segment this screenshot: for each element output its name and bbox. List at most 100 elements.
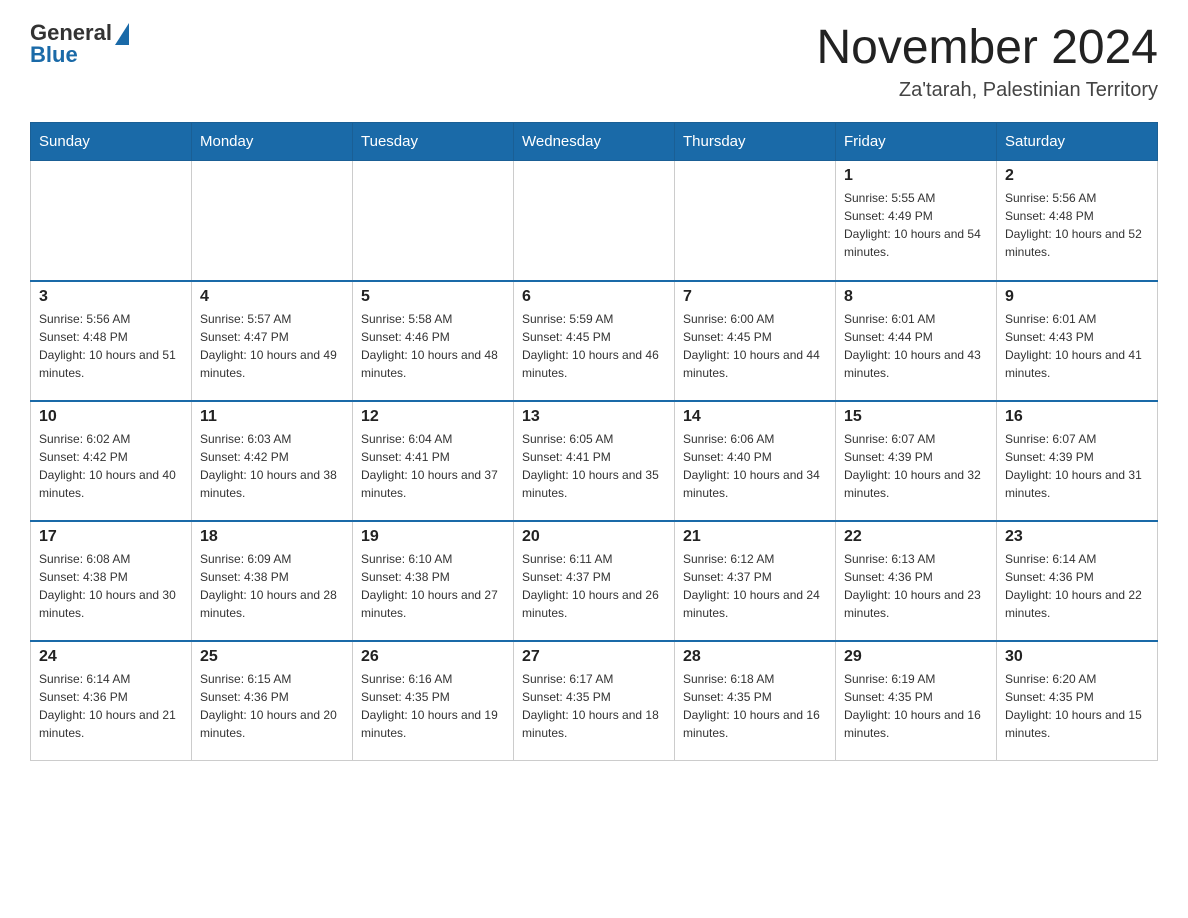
day-number: 9 <box>1005 288 1149 306</box>
day-number: 22 <box>844 528 988 546</box>
day-info: Sunrise: 6:01 AMSunset: 4:44 PMDaylight:… <box>844 312 981 380</box>
calendar-cell: 6 Sunrise: 5:59 AMSunset: 4:45 PMDayligh… <box>514 281 675 401</box>
day-info: Sunrise: 5:58 AMSunset: 4:46 PMDaylight:… <box>361 312 498 380</box>
calendar-cell: 11 Sunrise: 6:03 AMSunset: 4:42 PMDaylig… <box>192 401 353 521</box>
day-info: Sunrise: 6:05 AMSunset: 4:41 PMDaylight:… <box>522 432 659 500</box>
calendar-cell: 13 Sunrise: 6:05 AMSunset: 4:41 PMDaylig… <box>514 401 675 521</box>
day-info: Sunrise: 6:12 AMSunset: 4:37 PMDaylight:… <box>683 552 820 620</box>
calendar-cell: 27 Sunrise: 6:17 AMSunset: 4:35 PMDaylig… <box>514 641 675 761</box>
day-info: Sunrise: 6:20 AMSunset: 4:35 PMDaylight:… <box>1005 672 1142 740</box>
day-number: 23 <box>1005 528 1149 546</box>
day-info: Sunrise: 6:06 AMSunset: 4:40 PMDaylight:… <box>683 432 820 500</box>
day-info: Sunrise: 6:08 AMSunset: 4:38 PMDaylight:… <box>39 552 176 620</box>
day-number: 29 <box>844 648 988 666</box>
day-info: Sunrise: 6:07 AMSunset: 4:39 PMDaylight:… <box>1005 432 1142 500</box>
calendar-cell: 19 Sunrise: 6:10 AMSunset: 4:38 PMDaylig… <box>353 521 514 641</box>
calendar-cell: 4 Sunrise: 5:57 AMSunset: 4:47 PMDayligh… <box>192 281 353 401</box>
calendar-header-row: SundayMondayTuesdayWednesdayThursdayFrid… <box>31 123 1158 161</box>
day-number: 7 <box>683 288 827 306</box>
calendar-cell: 22 Sunrise: 6:13 AMSunset: 4:36 PMDaylig… <box>836 521 997 641</box>
day-number: 26 <box>361 648 505 666</box>
day-number: 6 <box>522 288 666 306</box>
day-number: 16 <box>1005 408 1149 426</box>
day-number: 15 <box>844 408 988 426</box>
day-header-friday: Friday <box>836 123 997 161</box>
day-number: 30 <box>1005 648 1149 666</box>
day-header-sunday: Sunday <box>31 123 192 161</box>
calendar-week-row: 24 Sunrise: 6:14 AMSunset: 4:36 PMDaylig… <box>31 641 1158 761</box>
calendar-cell: 16 Sunrise: 6:07 AMSunset: 4:39 PMDaylig… <box>997 401 1158 521</box>
location-label: Za'tarah, Palestinian Territory <box>816 79 1158 102</box>
day-number: 11 <box>200 408 344 426</box>
day-info: Sunrise: 6:17 AMSunset: 4:35 PMDaylight:… <box>522 672 659 740</box>
day-number: 18 <box>200 528 344 546</box>
day-info: Sunrise: 6:11 AMSunset: 4:37 PMDaylight:… <box>522 552 659 620</box>
day-header-saturday: Saturday <box>997 123 1158 161</box>
day-number: 20 <box>522 528 666 546</box>
calendar-cell: 18 Sunrise: 6:09 AMSunset: 4:38 PMDaylig… <box>192 521 353 641</box>
calendar-cell <box>353 161 514 281</box>
calendar-cell: 14 Sunrise: 6:06 AMSunset: 4:40 PMDaylig… <box>675 401 836 521</box>
day-info: Sunrise: 6:13 AMSunset: 4:36 PMDaylight:… <box>844 552 981 620</box>
calendar-cell: 20 Sunrise: 6:11 AMSunset: 4:37 PMDaylig… <box>514 521 675 641</box>
calendar-cell: 23 Sunrise: 6:14 AMSunset: 4:36 PMDaylig… <box>997 521 1158 641</box>
calendar-cell: 7 Sunrise: 6:00 AMSunset: 4:45 PMDayligh… <box>675 281 836 401</box>
day-number: 25 <box>200 648 344 666</box>
calendar-cell: 2 Sunrise: 5:56 AMSunset: 4:48 PMDayligh… <box>997 161 1158 281</box>
calendar-cell: 12 Sunrise: 6:04 AMSunset: 4:41 PMDaylig… <box>353 401 514 521</box>
day-number: 8 <box>844 288 988 306</box>
calendar-cell: 9 Sunrise: 6:01 AMSunset: 4:43 PMDayligh… <box>997 281 1158 401</box>
day-info: Sunrise: 6:19 AMSunset: 4:35 PMDaylight:… <box>844 672 981 740</box>
calendar-cell: 28 Sunrise: 6:18 AMSunset: 4:35 PMDaylig… <box>675 641 836 761</box>
calendar-table: SundayMondayTuesdayWednesdayThursdayFrid… <box>30 122 1158 761</box>
calendar-cell: 26 Sunrise: 6:16 AMSunset: 4:35 PMDaylig… <box>353 641 514 761</box>
day-number: 19 <box>361 528 505 546</box>
day-number: 28 <box>683 648 827 666</box>
day-number: 17 <box>39 528 183 546</box>
calendar-cell: 1 Sunrise: 5:55 AMSunset: 4:49 PMDayligh… <box>836 161 997 281</box>
day-number: 4 <box>200 288 344 306</box>
calendar-cell: 21 Sunrise: 6:12 AMSunset: 4:37 PMDaylig… <box>675 521 836 641</box>
day-info: Sunrise: 6:15 AMSunset: 4:36 PMDaylight:… <box>200 672 337 740</box>
day-number: 5 <box>361 288 505 306</box>
calendar-week-row: 1 Sunrise: 5:55 AMSunset: 4:49 PMDayligh… <box>31 161 1158 281</box>
day-number: 21 <box>683 528 827 546</box>
day-info: Sunrise: 6:04 AMSunset: 4:41 PMDaylight:… <box>361 432 498 500</box>
calendar-cell <box>675 161 836 281</box>
calendar-cell: 30 Sunrise: 6:20 AMSunset: 4:35 PMDaylig… <box>997 641 1158 761</box>
day-info: Sunrise: 6:03 AMSunset: 4:42 PMDaylight:… <box>200 432 337 500</box>
day-number: 10 <box>39 408 183 426</box>
calendar-week-row: 17 Sunrise: 6:08 AMSunset: 4:38 PMDaylig… <box>31 521 1158 641</box>
day-header-tuesday: Tuesday <box>353 123 514 161</box>
day-info: Sunrise: 6:00 AMSunset: 4:45 PMDaylight:… <box>683 312 820 380</box>
day-info: Sunrise: 6:14 AMSunset: 4:36 PMDaylight:… <box>1005 552 1142 620</box>
day-number: 12 <box>361 408 505 426</box>
month-title: November 2024 <box>816 20 1158 75</box>
day-header-wednesday: Wednesday <box>514 123 675 161</box>
calendar-cell: 25 Sunrise: 6:15 AMSunset: 4:36 PMDaylig… <box>192 641 353 761</box>
day-info: Sunrise: 5:57 AMSunset: 4:47 PMDaylight:… <box>200 312 337 380</box>
day-info: Sunrise: 5:56 AMSunset: 4:48 PMDaylight:… <box>1005 191 1142 259</box>
day-info: Sunrise: 6:07 AMSunset: 4:39 PMDaylight:… <box>844 432 981 500</box>
title-section: November 2024 Za'tarah, Palestinian Terr… <box>816 20 1158 102</box>
calendar-cell <box>31 161 192 281</box>
calendar-cell: 5 Sunrise: 5:58 AMSunset: 4:46 PMDayligh… <box>353 281 514 401</box>
day-info: Sunrise: 5:55 AMSunset: 4:49 PMDaylight:… <box>844 191 981 259</box>
calendar-cell: 24 Sunrise: 6:14 AMSunset: 4:36 PMDaylig… <box>31 641 192 761</box>
calendar-week-row: 10 Sunrise: 6:02 AMSunset: 4:42 PMDaylig… <box>31 401 1158 521</box>
day-info: Sunrise: 5:59 AMSunset: 4:45 PMDaylight:… <box>522 312 659 380</box>
day-number: 2 <box>1005 167 1149 185</box>
page-header: General Blue November 2024 Za'tarah, Pal… <box>30 20 1158 102</box>
day-info: Sunrise: 6:01 AMSunset: 4:43 PMDaylight:… <box>1005 312 1142 380</box>
logo: General Blue <box>30 20 129 68</box>
day-number: 3 <box>39 288 183 306</box>
day-header-monday: Monday <box>192 123 353 161</box>
day-info: Sunrise: 6:10 AMSunset: 4:38 PMDaylight:… <box>361 552 498 620</box>
day-info: Sunrise: 6:14 AMSunset: 4:36 PMDaylight:… <box>39 672 176 740</box>
day-header-thursday: Thursday <box>675 123 836 161</box>
day-info: Sunrise: 6:02 AMSunset: 4:42 PMDaylight:… <box>39 432 176 500</box>
day-number: 27 <box>522 648 666 666</box>
calendar-cell: 17 Sunrise: 6:08 AMSunset: 4:38 PMDaylig… <box>31 521 192 641</box>
calendar-cell <box>192 161 353 281</box>
calendar-cell: 3 Sunrise: 5:56 AMSunset: 4:48 PMDayligh… <box>31 281 192 401</box>
